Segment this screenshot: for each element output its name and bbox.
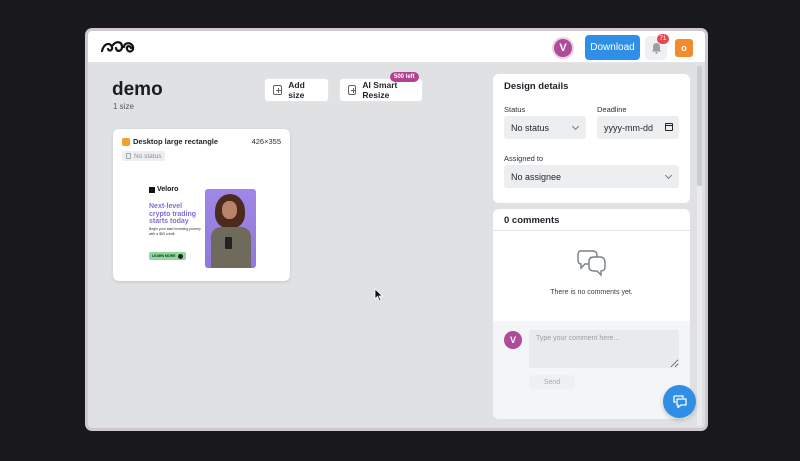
size-count: 1 size [113,102,134,111]
support-chat-button[interactable] [663,385,696,418]
ad-brand-name: Veloro [157,186,179,193]
plus-square-icon [273,85,283,95]
chat-bubbles-icon [577,250,606,277]
ai-smart-resize-label: AI Smart Resize [362,80,398,100]
comments-header: 0 comments [493,209,690,231]
calendar-icon[interactable] [665,123,673,131]
app-window: V Download 71 o demo 1 size Add size AI … [85,28,708,431]
brand-check-icon [149,186,155,193]
add-size-button[interactable]: Add size [264,78,329,102]
deadline-label: Deadline [597,105,627,114]
user-avatar[interactable]: V [552,37,574,59]
design-details-heading: Design details [504,81,569,92]
plus-square-icon [348,85,357,95]
download-button[interactable]: Download [585,35,640,60]
notification-count-badge: 71 [657,34,669,44]
arrow-circle-icon [177,253,183,259]
ad-cta-button: LEARN MORE [149,252,186,260]
top-bar: V Download 71 o [88,31,705,63]
page-title: demo [112,79,163,100]
ai-resize-remaining-badge: 500 left [390,72,419,82]
comments-count-title: 0 comments [504,215,560,226]
page-scrollbar[interactable] [697,66,702,426]
assigned-to-label: Assigned to [504,154,544,163]
mouse-pointer-icon [374,288,384,302]
chat-icon [672,394,687,408]
assignee-select-value: No assignee [511,171,562,182]
add-size-label: Add size [288,80,305,100]
ad-headline: Next-level crypto trading starts today [149,203,197,225]
comment-input[interactable] [529,330,679,368]
assignee-select[interactable]: No assignee [504,165,679,188]
size-card-status-badge[interactable]: No status [122,151,166,161]
size-card-dimensions: 426×355 [251,137,281,146]
status-label: Status [504,105,526,114]
status-select-value: No status [511,122,550,133]
empty-comments-text: There is no comments yet. [550,289,633,296]
ad-brand: Veloro [149,186,178,193]
deadline-date-input[interactable]: yyyy-mm-dd [597,116,679,139]
organization-avatar[interactable]: o [675,39,693,57]
ad-preview[interactable]: Veloro Next-level crypto trading starts … [149,186,256,268]
chevron-down-icon [664,171,673,180]
size-card-status-label: No status [134,152,162,160]
size-card[interactable]: Desktop large rectangle 426×355 No statu… [113,129,290,281]
comment-user-avatar: V [504,331,522,349]
status-select[interactable]: No status [504,116,586,139]
comments-panel: 0 comments There is no comments yet. V S… [493,209,690,419]
chevron-down-icon [571,122,580,131]
scrollbar-thumb[interactable] [697,66,702,186]
design-details-panel: Design details Status No status Deadline… [493,74,690,203]
ad-cta-label: LEARN MORE [152,254,176,258]
clipboard-icon [126,153,131,159]
ad-body-copy: Begin your start investing journey with … [149,227,201,236]
notifications-button[interactable]: 71 [645,34,669,60]
size-card-title: Desktop large rectangle [133,137,219,146]
send-comment-button[interactable]: Send [529,375,575,389]
format-icon [122,138,130,146]
brand-logo-icon[interactable] [100,39,138,55]
deadline-placeholder: yyyy-mm-dd [604,122,653,133]
ad-photo [205,189,256,268]
